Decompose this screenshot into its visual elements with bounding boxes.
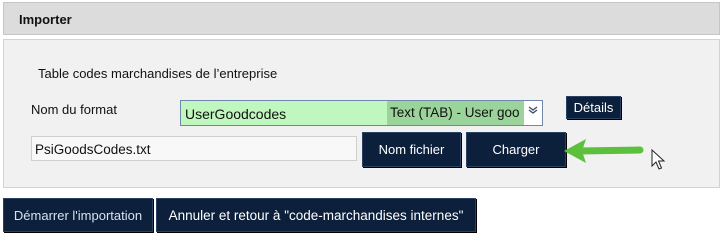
nom-fichier-button[interactable]: Nom fichier [362,132,461,167]
section-subtitle: Table codes marchandises de l’entreprise [38,66,278,81]
panel-title: Importer [19,12,72,27]
file-name-field[interactable]: PsiGoodsCodes.txt [31,136,357,161]
mouse-cursor-icon [651,149,666,170]
format-select-type: Text (TAB) - User goo [387,101,525,125]
format-select-name: UserGoodcodes [185,106,287,122]
charger-button[interactable]: Charger [466,132,566,167]
panel-header: Importer [3,2,720,35]
format-select[interactable]: UserGoodcodes Text (TAB) - User goo [180,100,543,126]
details-button[interactable]: Détails [566,96,621,119]
cancel-return-button[interactable]: Annuler et retour à "code-marchandises i… [156,198,476,232]
chevron-down-icon[interactable] [524,101,542,125]
format-name-label: Nom du format [31,102,117,117]
green-arrow-icon [564,139,644,163]
start-import-button[interactable]: Démarrer l'importation [3,198,153,232]
